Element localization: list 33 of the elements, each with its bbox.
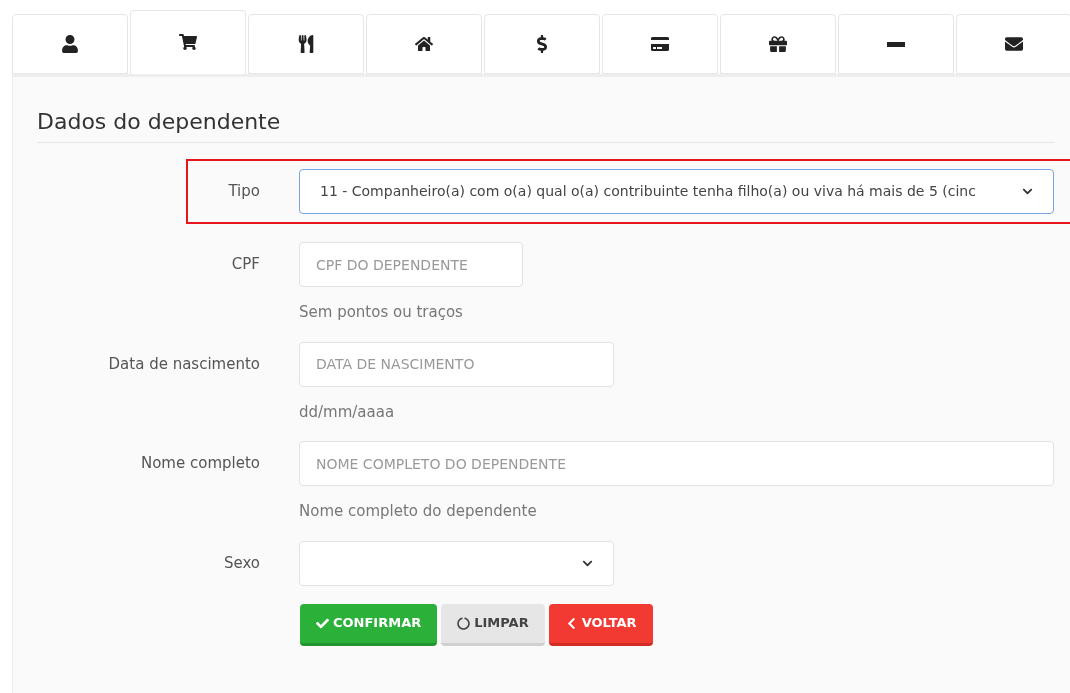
spinner-icon bbox=[457, 616, 471, 630]
input-field[interactable]: DATA DE NASCIMENTO bbox=[299, 341, 614, 387]
field-label: Sexo bbox=[223, 552, 260, 574]
back-button[interactable]: VOLTAR bbox=[548, 603, 653, 646]
input-field[interactable]: NOME COMPLETO DO DEPENDENTE bbox=[299, 441, 1054, 486]
field-label: Tipo bbox=[228, 181, 260, 203]
select-field[interactable] bbox=[299, 540, 614, 586]
chevron-down-icon bbox=[1022, 186, 1033, 197]
tab[interactable] bbox=[130, 10, 246, 74]
select-field[interactable]: 11 - Companheiro(a) com o(a) qual o(a) contribuinte tenha filho(a) ou viva há mais de 5 (cinc bbox=[299, 169, 1054, 214]
field-hint: Nome completo do dependente bbox=[299, 501, 538, 522]
input-field[interactable]: CPF DO DEPENDENTE bbox=[299, 242, 523, 287]
utensils-icon bbox=[297, 35, 315, 53]
tab[interactable] bbox=[956, 14, 1070, 74]
field-label: CPF bbox=[231, 254, 260, 276]
credit-card-icon bbox=[651, 35, 669, 53]
clear-button[interactable]: LIMPAR bbox=[441, 603, 545, 646]
tab[interactable] bbox=[12, 14, 128, 74]
gift-icon bbox=[769, 35, 787, 53]
select-value: 11 - Companheiro(a) com o(a) qual o(a) contribuinte tenha filho(a) ou viva há mais de 5 (cinc bbox=[320, 182, 976, 201]
home-icon bbox=[415, 35, 433, 53]
field-label: Nome completo bbox=[140, 453, 260, 475]
field-label: Data de nascimento bbox=[108, 353, 260, 375]
tab[interactable] bbox=[602, 14, 718, 74]
field-hint: dd/mm/aaaa bbox=[299, 401, 396, 423]
minus-icon bbox=[887, 41, 905, 47]
tab[interactable] bbox=[720, 14, 836, 74]
section-title: Dados do dependente bbox=[37, 108, 282, 136]
field-hint: Sem pontos ou traços bbox=[299, 302, 464, 323]
cart-icon bbox=[179, 33, 197, 51]
user-icon bbox=[61, 35, 79, 53]
envelope-icon bbox=[1005, 35, 1023, 53]
check-icon bbox=[316, 616, 329, 630]
